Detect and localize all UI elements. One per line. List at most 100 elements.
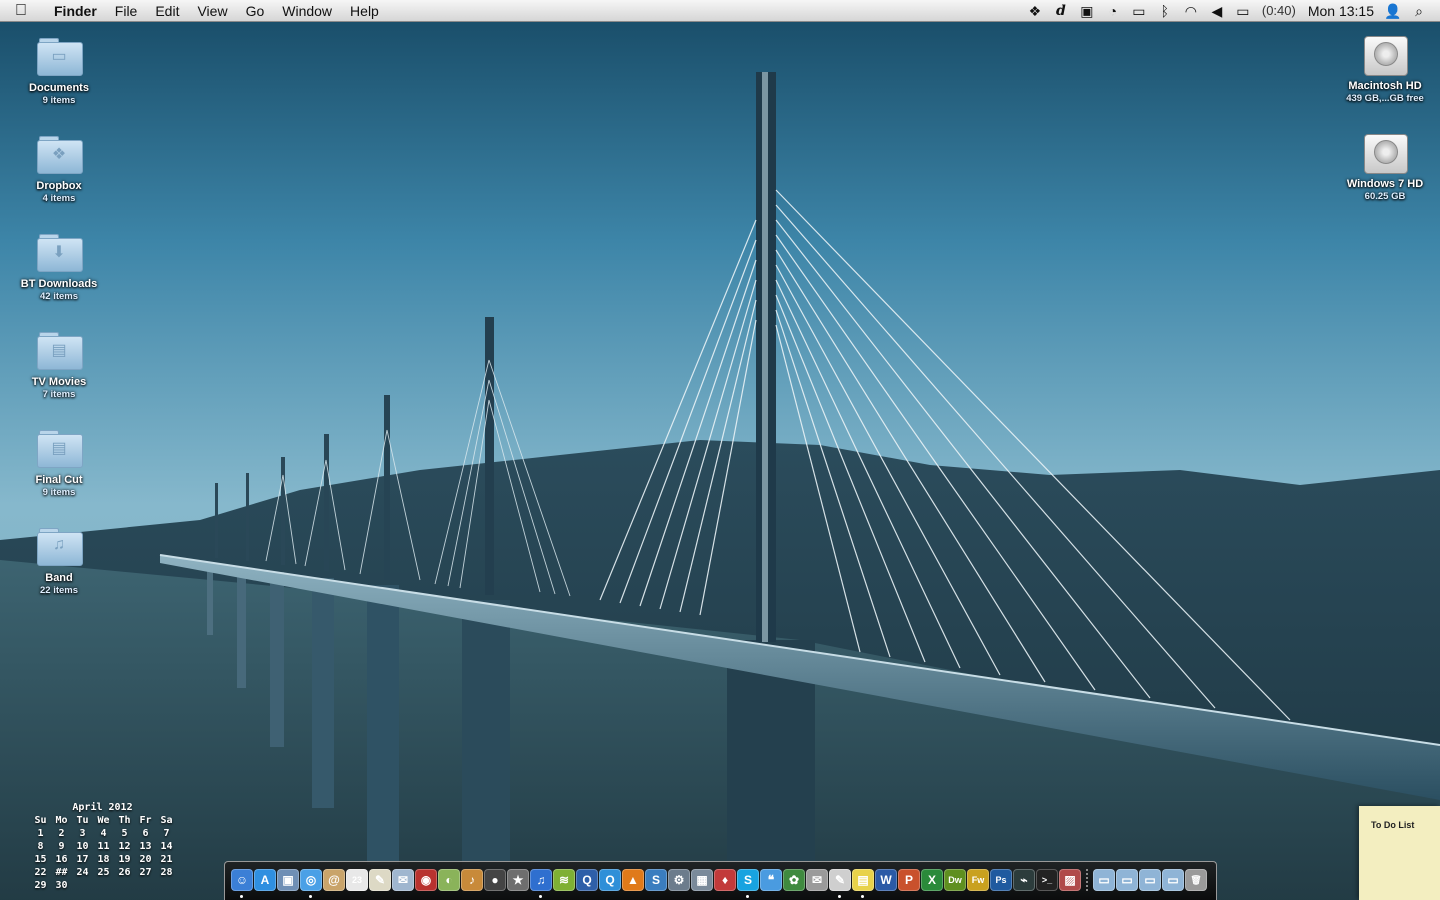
quicktime-x-icon[interactable]: Q	[599, 869, 621, 891]
menubar-clock[interactable]: Mon 13:15	[1302, 0, 1380, 22]
user-icon[interactable]: 👤	[1380, 0, 1406, 22]
running-indicator	[240, 895, 243, 898]
spotify-icon[interactable]: ≋	[553, 869, 575, 891]
pages-icon[interactable]: ✎	[829, 869, 851, 898]
battery-charging-icon[interactable]: ▭	[1230, 0, 1256, 22]
dreamweaver-icon[interactable]: Dw	[944, 869, 966, 891]
adium-icon[interactable]: ✿	[783, 869, 805, 891]
downloads-stack-icon[interactable]: ▭	[1139, 869, 1161, 891]
apple-menu-icon[interactable]: 	[0, 2, 42, 20]
stream-app-icon[interactable]: S	[645, 869, 667, 891]
powerpoint-icon[interactable]: P	[898, 869, 920, 891]
calendar-day: 3	[79, 828, 86, 839]
bluetooth-icon[interactable]: ᛒ	[1152, 0, 1178, 22]
running-indicator	[539, 895, 542, 898]
iphoto-icon[interactable]: ◐	[438, 869, 460, 891]
address-book-icon[interactable]: @	[323, 869, 345, 891]
calendar-day: 19	[118, 854, 131, 865]
desktop-icon-tv-movies[interactable]: ▤ TV Movies 7 items	[4, 328, 114, 401]
calendar-day	[72, 879, 93, 892]
desktop-icon-label: Final Cut	[35, 474, 83, 486]
desktop-icon-windows-7-hd[interactable]: Windows 7 HD 60.25 GB	[1330, 130, 1440, 203]
calendar-weekday: Sa	[160, 815, 173, 826]
scripting-icon[interactable]: ✉	[806, 869, 828, 891]
menu-window[interactable]: Window	[273, 0, 341, 22]
hard-drive-icon	[1361, 32, 1409, 76]
skype-icon[interactable]: S	[737, 869, 759, 898]
dropbox-icon[interactable]: ❖	[1022, 0, 1048, 22]
sticky-note[interactable]: To Do List	[1359, 806, 1440, 900]
battery-time[interactable]: (0:40)	[1256, 0, 1302, 22]
quicktime-icon[interactable]: Q	[576, 869, 598, 891]
trash-icon[interactable]: 🗑	[1185, 869, 1207, 891]
calendar-day: 17	[76, 854, 89, 865]
running-indicator	[746, 895, 749, 898]
vlc-icon[interactable]: ▲	[622, 869, 644, 891]
word-icon[interactable]: W	[875, 869, 897, 891]
safari-icon[interactable]: ◎	[300, 869, 322, 898]
calendar-weekday: Tu	[76, 815, 89, 826]
applications-stack-icon[interactable]: ▭	[1093, 869, 1115, 891]
desktop-icon-label: Band	[45, 572, 73, 584]
utility-app-icon[interactable]: ♦	[714, 869, 736, 891]
spotlight-icon[interactable]: ⌕	[1406, 0, 1432, 22]
photo-booth-icon[interactable]: ◉	[415, 869, 437, 891]
photoshop-icon[interactable]: Ps	[990, 869, 1012, 891]
airplay-icon[interactable]: ▣	[1074, 0, 1100, 22]
desktop-icon-documents[interactable]: ▭ Documents 9 items	[4, 34, 114, 107]
image-app-icon[interactable]: ▨	[1059, 869, 1081, 891]
menu-file[interactable]: File	[106, 0, 147, 22]
desktop-icon-info: 4 items	[42, 193, 76, 204]
desktop-icon-dropbox[interactable]: ❖ Dropbox 4 items	[4, 132, 114, 205]
photo-app-icon[interactable]: ▦	[691, 869, 713, 891]
folder-stack-icon[interactable]: ▭	[1162, 869, 1184, 891]
documents-stack-icon[interactable]: ▭	[1116, 869, 1138, 891]
menu-edit[interactable]: Edit	[146, 0, 188, 22]
system-preferences-icon[interactable]: ⚙	[668, 869, 690, 891]
garageband-icon[interactable]: ♪	[461, 869, 483, 891]
desktop-icon-label: Windows 7 HD	[1346, 178, 1424, 190]
activity-monitor-icon[interactable]: ⌁	[1013, 869, 1035, 891]
imovie-icon[interactable]: ★	[507, 869, 529, 891]
stickies-icon[interactable]: ▤	[852, 869, 874, 898]
menu-help[interactable]: Help	[341, 0, 388, 22]
desktop-icon-final-cut[interactable]: ▤ Final Cut 9 items	[4, 426, 114, 499]
dashcode-icon[interactable]: d	[1048, 0, 1074, 22]
terminal-icon[interactable]: >_	[1036, 869, 1058, 891]
dock-separator[interactable]	[1086, 869, 1088, 893]
volume-icon[interactable]: ◀	[1204, 0, 1230, 22]
running-indicator	[309, 895, 312, 898]
desktop-icon-label: Documents	[29, 82, 89, 94]
excel-icon[interactable]: X	[921, 869, 943, 891]
calendar-day: 28	[160, 867, 173, 878]
messages-icon[interactable]: ❝	[760, 869, 782, 891]
mail-stamp-icon[interactable]: ✉	[392, 869, 414, 891]
menu-go[interactable]: Go	[237, 0, 274, 22]
preview-icon[interactable]: ▣	[277, 869, 299, 891]
menu-bar:  Finder File Edit View Go Window Help ❖…	[0, 0, 1440, 22]
itunes-icon[interactable]: ♫	[530, 869, 552, 898]
desktop-wallpaper	[0, 22, 1440, 900]
menu-view[interactable]: View	[188, 0, 236, 22]
wifi-icon[interactable]: ◠	[1178, 0, 1204, 22]
sticky-note-title: To Do List	[1371, 820, 1415, 830]
ical-icon[interactable]: 23	[346, 869, 368, 891]
desktop-icon-macintosh-hd[interactable]: Macintosh HD 439 GB,...GB free	[1330, 32, 1440, 105]
display-icon[interactable]: ▭	[1126, 0, 1152, 22]
calendar-day	[93, 879, 114, 892]
app-store-icon[interactable]: A	[254, 869, 276, 891]
calendar-day: 4	[100, 828, 107, 839]
fireworks-icon[interactable]: Fw	[967, 869, 989, 891]
calendar-day: 24	[76, 867, 89, 878]
finder-icon[interactable]: ☺	[231, 869, 253, 898]
folder-documents-icon: ▭	[35, 34, 83, 78]
desktop-icon-bt-downloads[interactable]: ⬇ BT Downloads 42 items	[4, 230, 114, 303]
dvd-player-icon[interactable]: ●	[484, 869, 506, 891]
app-menu-finder[interactable]: Finder	[42, 0, 106, 22]
time-machine-icon[interactable]: ◔	[1100, 0, 1126, 22]
textedit-icon[interactable]: ✎	[369, 869, 391, 891]
desktop-icon-band[interactable]: ♫ Band 22 items	[4, 524, 114, 597]
folder-movies-icon: ▤	[35, 426, 83, 470]
calendar-weekday: Su	[34, 815, 47, 826]
folder-music-icon: ♫	[35, 524, 83, 568]
